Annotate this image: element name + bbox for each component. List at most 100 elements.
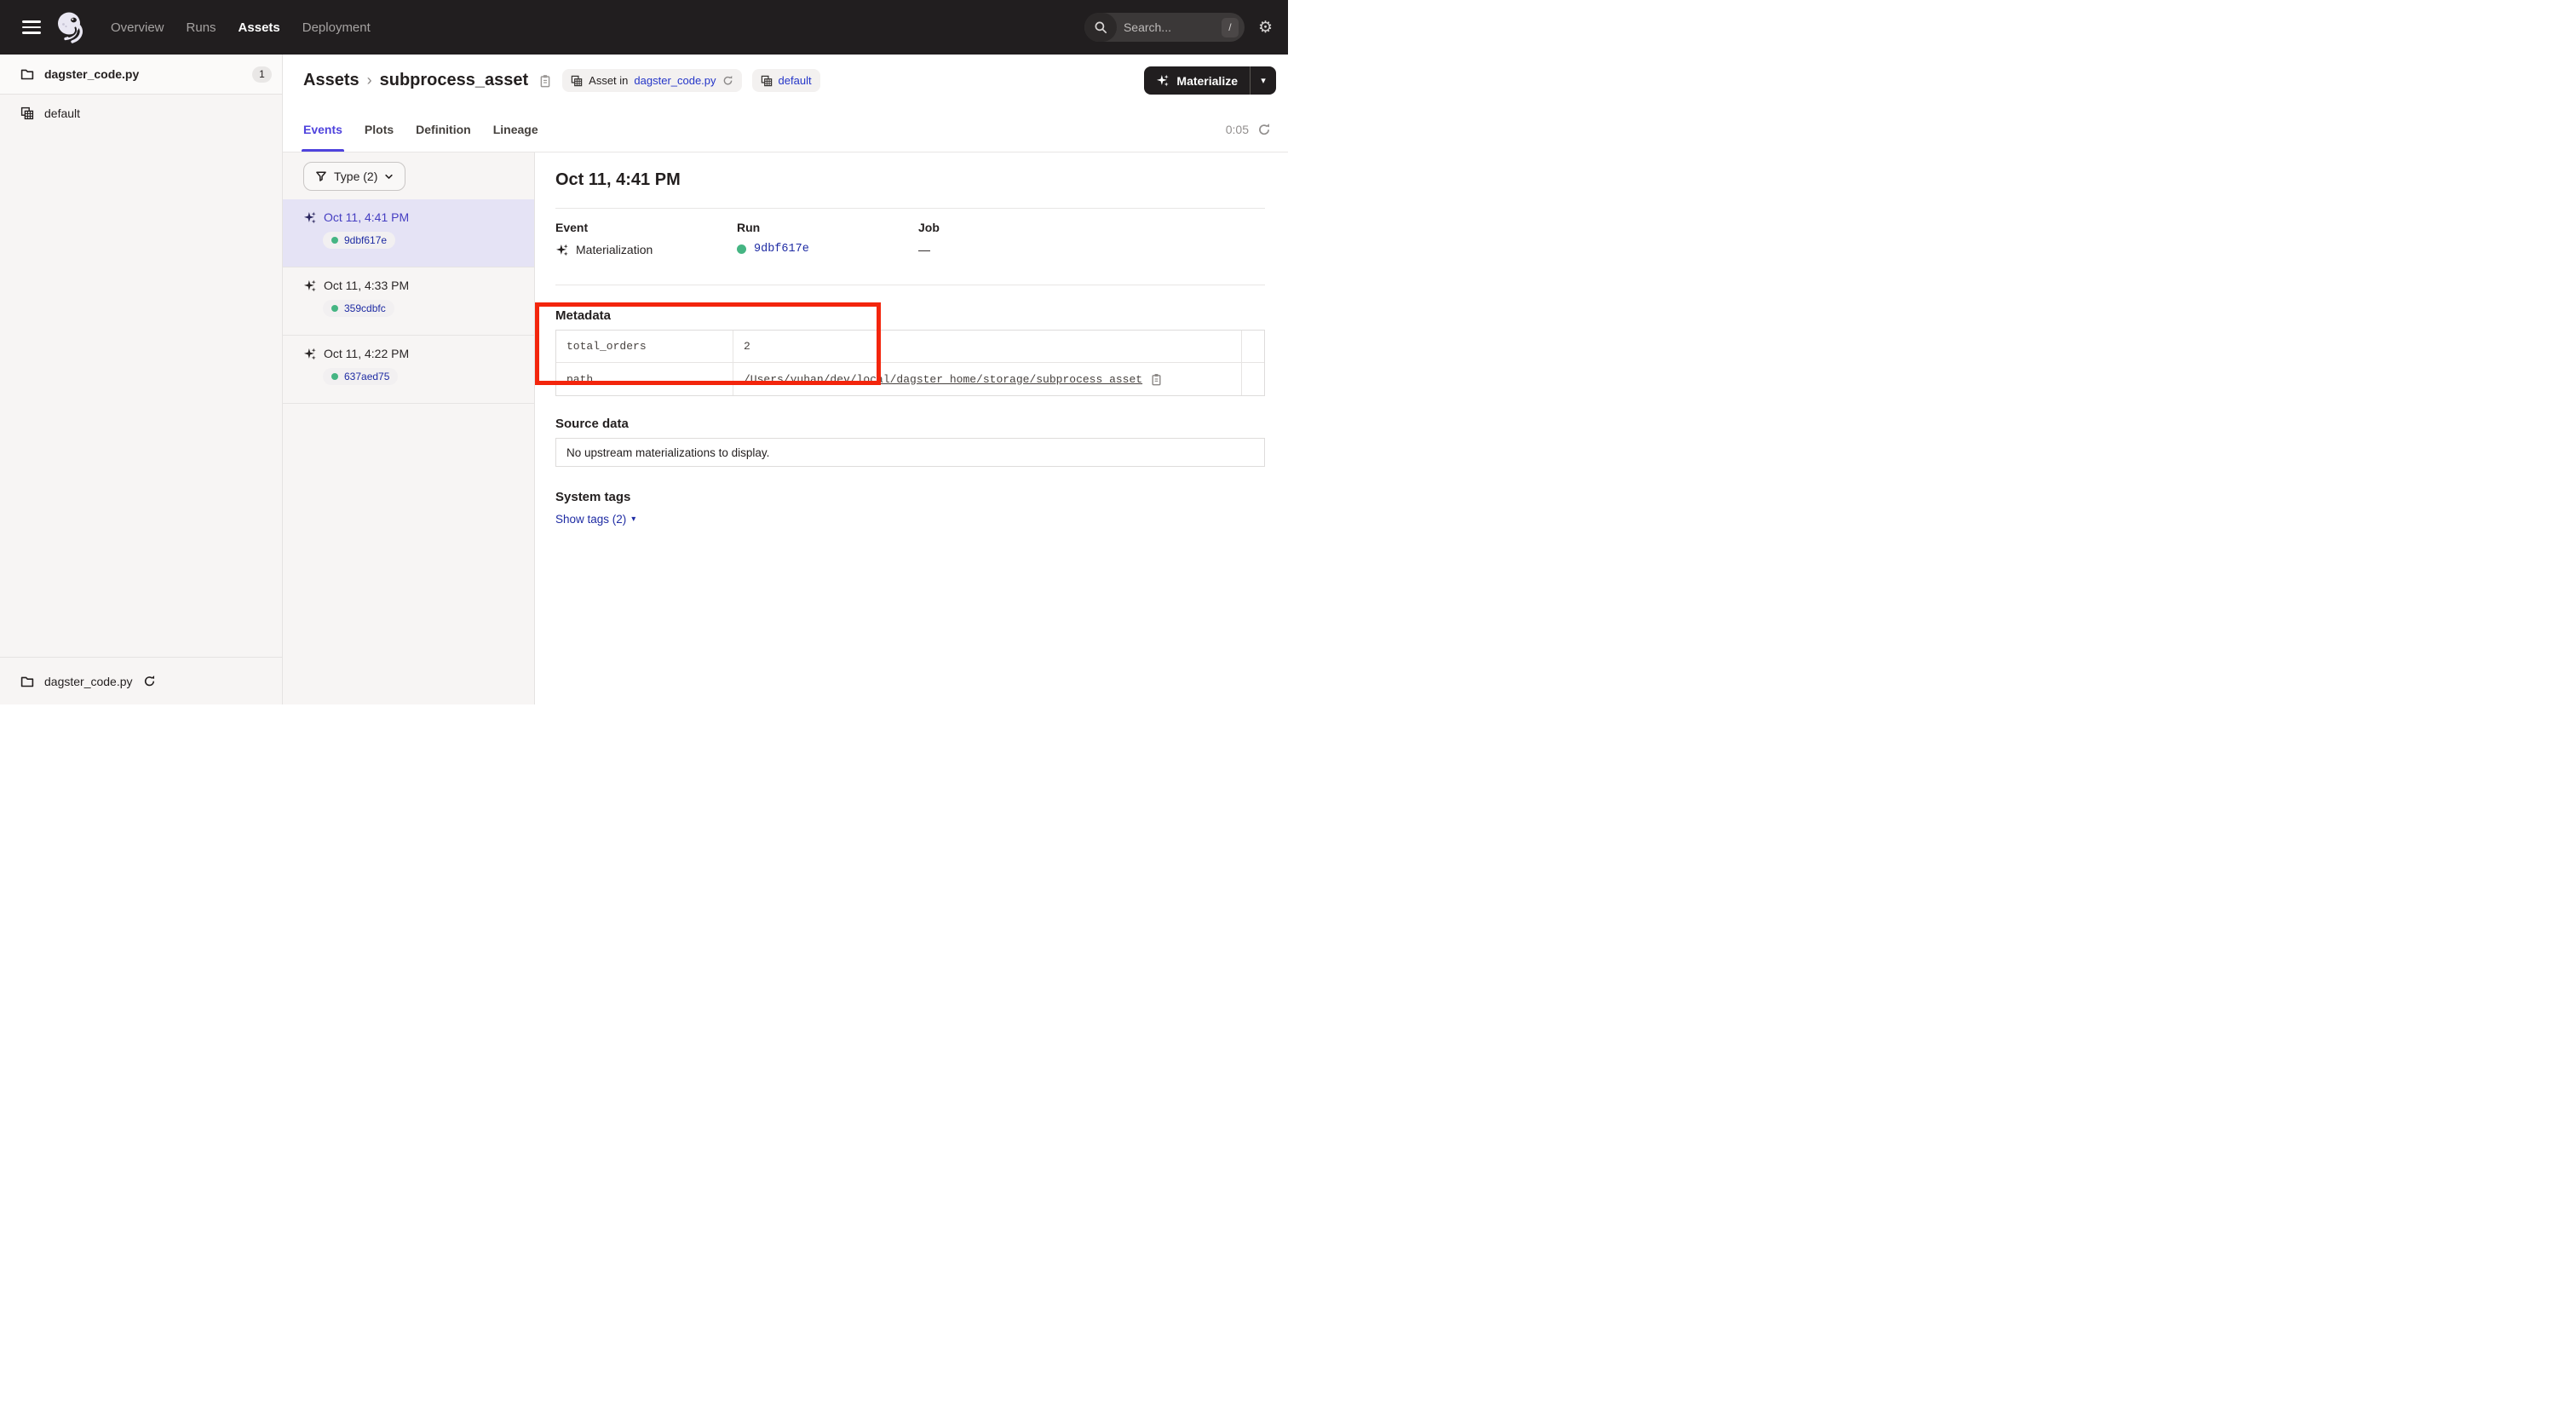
refresh-countdown: 0:05: [1226, 123, 1249, 136]
job-value: —: [918, 243, 930, 256]
code-location-tag-icon: [571, 75, 583, 87]
nav-item-runs[interactable]: Runs: [187, 20, 216, 35]
reload-code-location-icon[interactable]: [143, 675, 156, 687]
folder-icon: [20, 67, 34, 81]
run-id-badge[interactable]: 9dbf617e: [323, 232, 395, 249]
metadata-value: 2: [733, 331, 1242, 363]
run-id-text: 637aed75: [344, 371, 389, 382]
event-detail-panel: Oct 11, 4:41 PM Event Materialization Ru…: [535, 152, 1288, 704]
settings-gear-icon[interactable]: ⚙: [1258, 20, 1273, 36]
event-column-label: Event: [555, 221, 737, 234]
run-status-dot: [331, 305, 338, 312]
copy-asset-name-icon[interactable]: [538, 74, 552, 88]
metadata-key: path: [556, 363, 733, 395]
global-search[interactable]: /: [1084, 13, 1245, 42]
asset-count-badge: 1: [252, 66, 272, 83]
materialization-sparkle-icon: [303, 348, 316, 360]
event-summary-columns: Event Materialization Run 9dbf617e: [555, 221, 1265, 256]
divider: [555, 208, 1265, 209]
reload-definition-icon[interactable]: [722, 75, 733, 86]
search-shortcut-key: /: [1222, 18, 1239, 37]
nav-item-assets[interactable]: Assets: [239, 20, 280, 35]
dagster-logo-icon[interactable]: [55, 10, 89, 44]
show-tags-toggle[interactable]: Show tags (2) ▾: [555, 513, 635, 526]
event-list-item[interactable]: Oct 11, 4:33 PM 359cdbfc: [283, 267, 534, 336]
run-id-badge[interactable]: 637aed75: [323, 368, 398, 385]
type-filter-label: Type (2): [334, 170, 377, 183]
refresh-icon[interactable]: [1257, 123, 1271, 136]
run-status-dot: [737, 244, 746, 254]
event-list-item[interactable]: Oct 11, 4:41 PM 9dbf617e: [283, 199, 534, 267]
nav-item-deployment[interactable]: Deployment: [302, 20, 371, 35]
event-list-item[interactable]: Oct 11, 4:22 PM 637aed75: [283, 336, 534, 404]
metadata-empty-cell: [1242, 331, 1264, 363]
nav-item-overview[interactable]: Overview: [111, 20, 164, 35]
source-data-empty-box: No upstream materializations to display.: [555, 438, 1265, 467]
metadata-empty-cell: [1242, 363, 1264, 395]
breadcrumb-assets-link[interactable]: Assets: [303, 71, 359, 90]
run-id-text: 9dbf617e: [344, 234, 387, 246]
tab-events[interactable]: Events: [303, 106, 342, 152]
tag-group-link[interactable]: default: [779, 74, 812, 87]
materialization-sparkle-icon: [303, 279, 316, 292]
page-header: Assets › subprocess_asset Asset in dagst…: [283, 55, 1288, 106]
caret-down-icon: ▾: [631, 515, 635, 524]
event-timestamp: Oct 11, 4:33 PM: [324, 279, 409, 292]
tab-definition[interactable]: Definition: [416, 106, 471, 152]
sidebar-item-code-location[interactable]: dagster_code.py 1: [0, 55, 282, 95]
tab-plots[interactable]: Plots: [365, 106, 394, 152]
footer-code-location-label: dagster_code.py: [44, 675, 133, 688]
source-data-heading: Source data: [555, 417, 1265, 431]
asset-tabs: Events Plots Definition Lineage: [303, 106, 538, 152]
run-id-badge[interactable]: 359cdbfc: [323, 300, 394, 317]
materialize-dropdown-caret[interactable]: ▾: [1251, 66, 1276, 95]
group-tag: default: [752, 69, 820, 92]
run-column-label: Run: [737, 221, 918, 234]
hamburger-menu-icon[interactable]: [22, 20, 41, 34]
group-label: default: [44, 106, 80, 120]
materialize-split-button: Materialize ▾: [1144, 66, 1276, 95]
metadata-heading: Metadata: [555, 308, 1265, 323]
run-status-dot: [331, 373, 338, 380]
tag-prefix: Asset in: [589, 74, 628, 87]
tag-code-location-link[interactable]: dagster_code.py: [634, 74, 716, 87]
materialization-sparkle-icon: [555, 244, 568, 256]
event-timestamp: Oct 11, 4:22 PM: [324, 347, 409, 360]
group-tag-icon: [761, 75, 773, 87]
metadata-path-link[interactable]: /Users/yuhan/dev/local/dagster_home/stor…: [744, 373, 1142, 386]
materialize-label: Materialize: [1176, 74, 1238, 88]
source-data-empty-text: No upstream materializations to display.: [566, 446, 769, 459]
run-status-dot: [331, 237, 338, 244]
search-input[interactable]: [1117, 20, 1222, 34]
filter-funnel-icon: [315, 170, 327, 182]
app-window: Overview Runs Assets Deployment / ⚙ dags…: [0, 0, 1288, 704]
refresh-timer: 0:05: [1226, 106, 1271, 152]
metadata-key: total_orders: [556, 331, 733, 363]
materialization-sparkle-icon: [303, 211, 316, 224]
copy-path-icon[interactable]: [1150, 373, 1163, 386]
materialize-button[interactable]: Materialize: [1144, 66, 1250, 95]
breadcrumb-separator: ›: [367, 72, 372, 89]
run-id-link[interactable]: 9dbf617e: [754, 243, 809, 256]
top-navbar: Overview Runs Assets Deployment / ⚙: [0, 0, 1288, 55]
metadata-table: total_orders 2 path /Users/yuhan/dev/loc…: [555, 330, 1265, 396]
sidebar-item-group-default[interactable]: default: [0, 95, 282, 132]
job-column-label: Job: [918, 221, 1100, 234]
event-detail-title: Oct 11, 4:41 PM: [555, 170, 1265, 190]
asset-definition-tag: Asset in dagster_code.py: [562, 69, 741, 92]
tab-lineage[interactable]: Lineage: [493, 106, 538, 152]
search-icon: [1084, 13, 1117, 42]
sidebar-footer: dagster_code.py: [0, 657, 282, 704]
materialize-sparkle-icon: [1156, 74, 1169, 87]
system-tags-heading: System tags: [555, 490, 1265, 504]
event-type-value: Materialization: [576, 243, 653, 256]
breadcrumb: Assets › subprocess_asset: [303, 71, 528, 90]
asset-sidebar: dagster_code.py 1 default dagster_code.p…: [0, 55, 283, 704]
code-location-label: dagster_code.py: [44, 67, 139, 81]
type-filter-button[interactable]: Type (2): [303, 162, 405, 191]
asset-tabs-row: Events Plots Definition Lineage 0:05: [283, 106, 1288, 152]
event-timestamp: Oct 11, 4:41 PM: [324, 210, 409, 224]
primary-nav: Overview Runs Assets Deployment: [111, 20, 371, 35]
asset-group-icon: [20, 106, 34, 120]
chevron-down-icon: [384, 172, 394, 181]
